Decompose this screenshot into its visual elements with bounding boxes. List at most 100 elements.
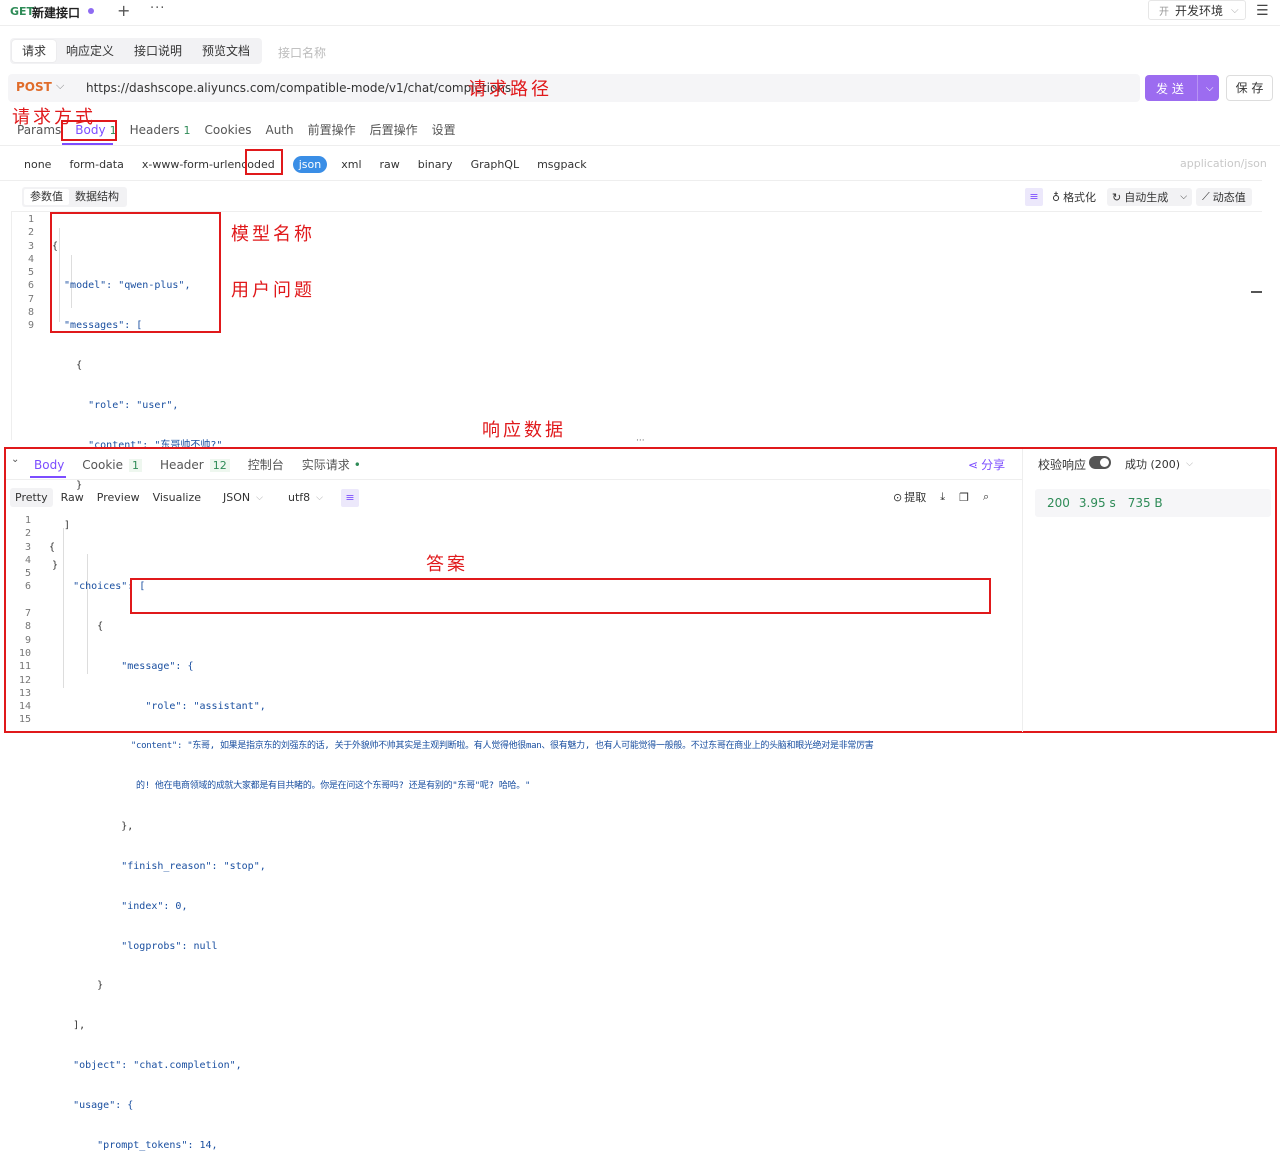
body-type-json[interactable]: json [292, 156, 328, 173]
subtab-response-definition[interactable]: 响应定义 [56, 40, 124, 62]
url-input[interactable]: https://dashscope.aliyuncs.com/compatibl… [86, 81, 511, 95]
extract-button[interactable]: ⊙ 提取 [893, 489, 926, 505]
more-tabs-icon[interactable]: ··· [150, 1, 165, 16]
annotation-user-question: 用户问题 [231, 280, 315, 301]
status-dot-icon: • [353, 458, 361, 472]
resp-tab-actual-request-label: 实际请求 [301, 458, 350, 472]
code-line: { [49, 621, 104, 633]
line-number: 4 [27, 253, 34, 265]
autogen-button[interactable]: ↻ 自动生成 ⌵ [1107, 188, 1193, 206]
dynamic-value-label: 动态值 [1212, 191, 1246, 204]
resp-tab-console[interactable]: 控制台 [248, 456, 284, 473]
line-number: 4 [24, 554, 31, 566]
share-button[interactable]: ⋖ 分享 [968, 456, 1005, 473]
resp-tab-header[interactable]: Header 12 [160, 458, 230, 472]
status-select[interactable]: 成功 (200) ⌵ [1125, 456, 1193, 472]
tab-title[interactable]: 新建接口 [32, 4, 80, 21]
wrap-lines-icon[interactable]: ≡ [340, 488, 359, 507]
subtab-api-description[interactable]: 接口说明 [124, 40, 192, 62]
response-view-tabs: Pretty Raw Preview Visualize JSON ⌵ utf8 ⌵… [10, 488, 359, 507]
line-number: 9 [27, 320, 34, 332]
hamburger-menu-icon[interactable]: ☰ [1256, 3, 1269, 19]
chevron-down-icon[interactable]: ⌵ [1206, 83, 1214, 94]
resize-handle-icon[interactable]: ··· [636, 436, 645, 446]
code-line: "message": { [49, 661, 194, 673]
api-name-input[interactable]: 接口名称 [278, 44, 326, 61]
highlight-box-answer [130, 578, 991, 614]
resp-tab-actual-request[interactable]: 实际请求 • [302, 456, 361, 473]
format-select[interactable]: JSON ⌵ [223, 491, 263, 504]
extract-label: 提取 [904, 491, 927, 504]
request-subtabs: 请求 响应定义 接口说明 预览文档 [10, 38, 263, 64]
body-type-form-data[interactable]: form-data [69, 158, 123, 171]
line-number: 15 [18, 714, 31, 726]
line-number: 7 [27, 293, 34, 305]
format-label: 格式化 [1063, 191, 1097, 204]
body-type-msgpack[interactable]: msgpack [537, 158, 587, 171]
view-raw[interactable]: Raw [56, 488, 89, 507]
download-icon[interactable]: ⤓ [940, 490, 945, 504]
code-line: }, [49, 820, 134, 832]
code-line: { [52, 360, 83, 372]
method-select[interactable]: POST [16, 80, 52, 94]
line-number: 3 [27, 240, 34, 252]
share-icon: ⋖ [968, 457, 979, 472]
status-select-label: 成功 (200) [1125, 458, 1181, 471]
line-number: 13 [18, 687, 31, 699]
line-number: 8 [24, 621, 31, 633]
environment-select[interactable]: 开 开发环境 ⌵ [1148, 0, 1246, 20]
editor-mode-tabs: 参数值 数据结构 [22, 187, 127, 207]
encoding-select[interactable]: utf8 ⌵ [288, 491, 323, 504]
response-line-numbers: 1 2 3 4 5 6 7 8 9 10 11 12 13 14 15 [17, 514, 31, 727]
search-icon[interactable]: ⌕ [983, 490, 989, 504]
code-line: "prompt_tokens": 14, [49, 1139, 218, 1151]
body-type-binary[interactable]: binary [418, 158, 453, 171]
send-label: 发 送 [1156, 81, 1184, 96]
resp-tab-body[interactable]: Body [34, 458, 64, 472]
tab-cookies[interactable]: Cookies [205, 123, 252, 137]
tab-settings[interactable]: 设置 [432, 121, 456, 138]
tab-data-structure[interactable]: 数据结构 [69, 189, 125, 205]
response-time: 3.95 s [1078, 496, 1116, 510]
body-type-xml[interactable]: xml [341, 158, 361, 171]
format-icon: ♁ [1052, 190, 1061, 204]
subtab-request[interactable]: 请求 [12, 40, 57, 62]
subtab-preview-docs[interactable]: 预览文档 [192, 40, 260, 62]
tab-method-badge[interactable]: GET [10, 5, 34, 18]
tab-auth[interactable]: Auth [266, 123, 294, 137]
new-tab-plus-icon[interactable]: + [117, 1, 130, 20]
wrap-lines-icon[interactable]: ≡ [1025, 188, 1043, 206]
top-tab-bar: GET 新建接口 + ··· 开 开发环境 ⌵ ☰ [0, 0, 1280, 26]
code-line: "logprobs": null [49, 940, 218, 952]
code-line: ], [49, 1020, 86, 1032]
line-number: 2 [24, 528, 31, 540]
tab-headers[interactable]: Headers 1 [130, 123, 191, 137]
verify-response-label: 校验响应 [1038, 458, 1087, 472]
chevron-down-icon: ⌵ [1186, 459, 1193, 469]
send-button[interactable]: 发 送 ⌵ [1145, 75, 1219, 101]
line-number: 1 [27, 214, 34, 225]
collapse-chevron-icon[interactable]: ⌄ [11, 454, 19, 465]
tab-param-values[interactable]: 参数值 [24, 189, 69, 205]
response-tabs: Body Cookie 1 Header 12 控制台 实际请求 • [34, 456, 379, 473]
tab-post-processors[interactable]: 后置操作 [370, 121, 418, 138]
resp-tab-cookie[interactable]: Cookie 1 [82, 458, 143, 472]
view-preview[interactable]: Preview [92, 488, 145, 507]
tab-pre-processors[interactable]: 前置操作 [308, 121, 356, 138]
view-pretty[interactable]: Pretty [10, 488, 53, 507]
copy-icon[interactable]: ❐ [959, 491, 969, 504]
save-button[interactable]: 保 存 [1226, 75, 1273, 101]
dynamic-value-button[interactable]: ⟋ 动态值 [1196, 188, 1252, 206]
verify-response-toggle[interactable] [1089, 456, 1111, 469]
view-visualize[interactable]: Visualize [148, 488, 206, 507]
body-type-graphql[interactable]: GraphQL [471, 158, 520, 171]
body-type-none[interactable]: none [24, 158, 51, 171]
share-label: 分享 [981, 458, 1006, 472]
format-button[interactable]: ♁ 格式化 [1052, 188, 1096, 206]
editor-scroll-indicator[interactable] [1251, 291, 1262, 293]
tab-params[interactable]: Params [17, 123, 61, 137]
environment-label: 开发环境 [1175, 3, 1224, 18]
line-number: 1 [24, 515, 31, 526]
body-type-raw[interactable]: raw [380, 158, 400, 171]
panel-divider [1022, 449, 1023, 732]
